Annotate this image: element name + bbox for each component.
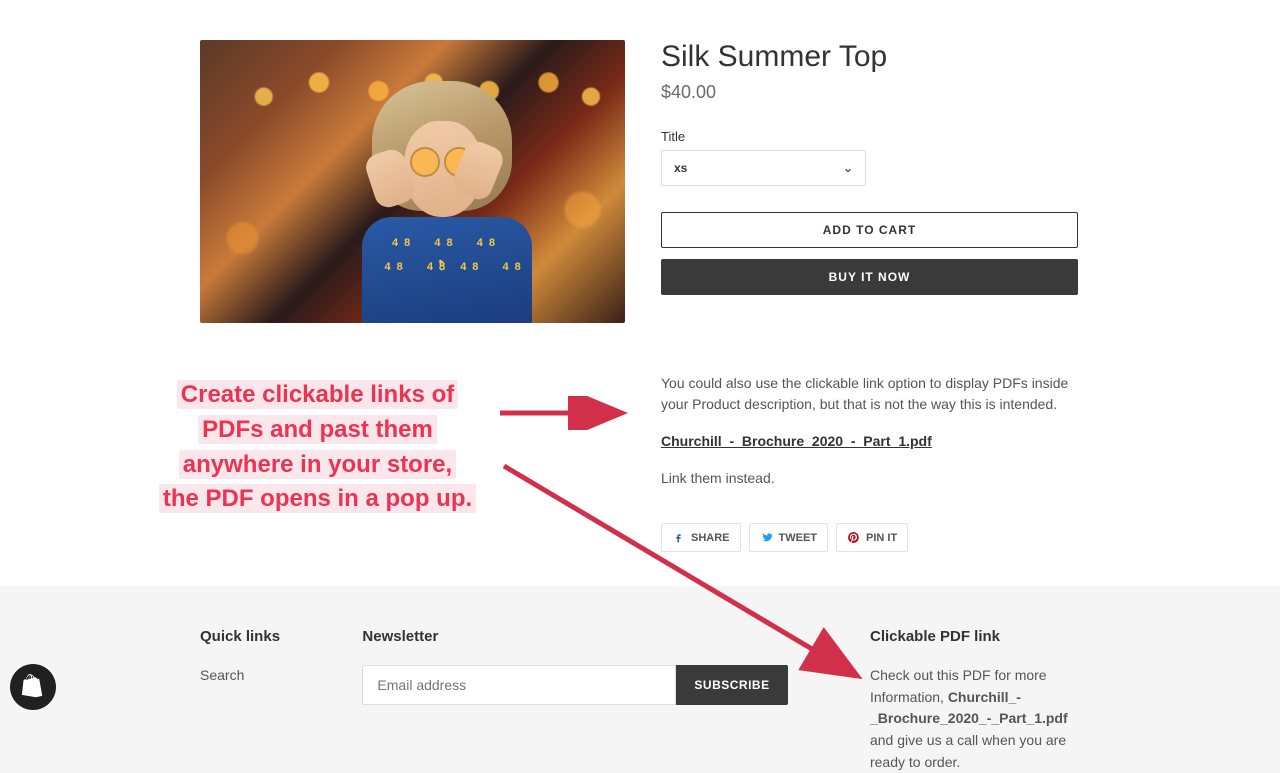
annotation-arrow-icon (496, 396, 636, 430)
buy-it-now-button[interactable]: BUY IT NOW (661, 259, 1078, 295)
shopify-icon (21, 674, 45, 700)
variant-select[interactable]: xs ⌄ (661, 150, 866, 186)
annotation-callout: Create clickable links of PDFs and past … (140, 378, 495, 517)
product-price: $40.00 (661, 82, 1080, 103)
footer-pdf-text: Check out this PDF for more Information,… (870, 665, 1080, 773)
variant-value: xs (674, 161, 687, 175)
annotation-arrow-icon (498, 460, 878, 690)
description-text-1: You could also use the clickable link op… (661, 373, 1080, 415)
search-link[interactable]: Search (200, 667, 244, 683)
quick-links-title: Quick links (200, 628, 280, 645)
clickable-pdf-title: Clickable PDF link (870, 628, 1080, 645)
chevron-down-icon: ⌄ (843, 161, 853, 175)
variant-label: Title (661, 129, 1080, 144)
pdf-link[interactable]: Churchill_-_Brochure_2020_-_Part_1.pdf (661, 433, 932, 449)
add-to-cart-button[interactable]: ADD TO CART (661, 212, 1078, 248)
shopify-badge[interactable] (10, 664, 56, 710)
product-title: Silk Summer Top (661, 40, 1080, 74)
product-image (200, 40, 625, 323)
